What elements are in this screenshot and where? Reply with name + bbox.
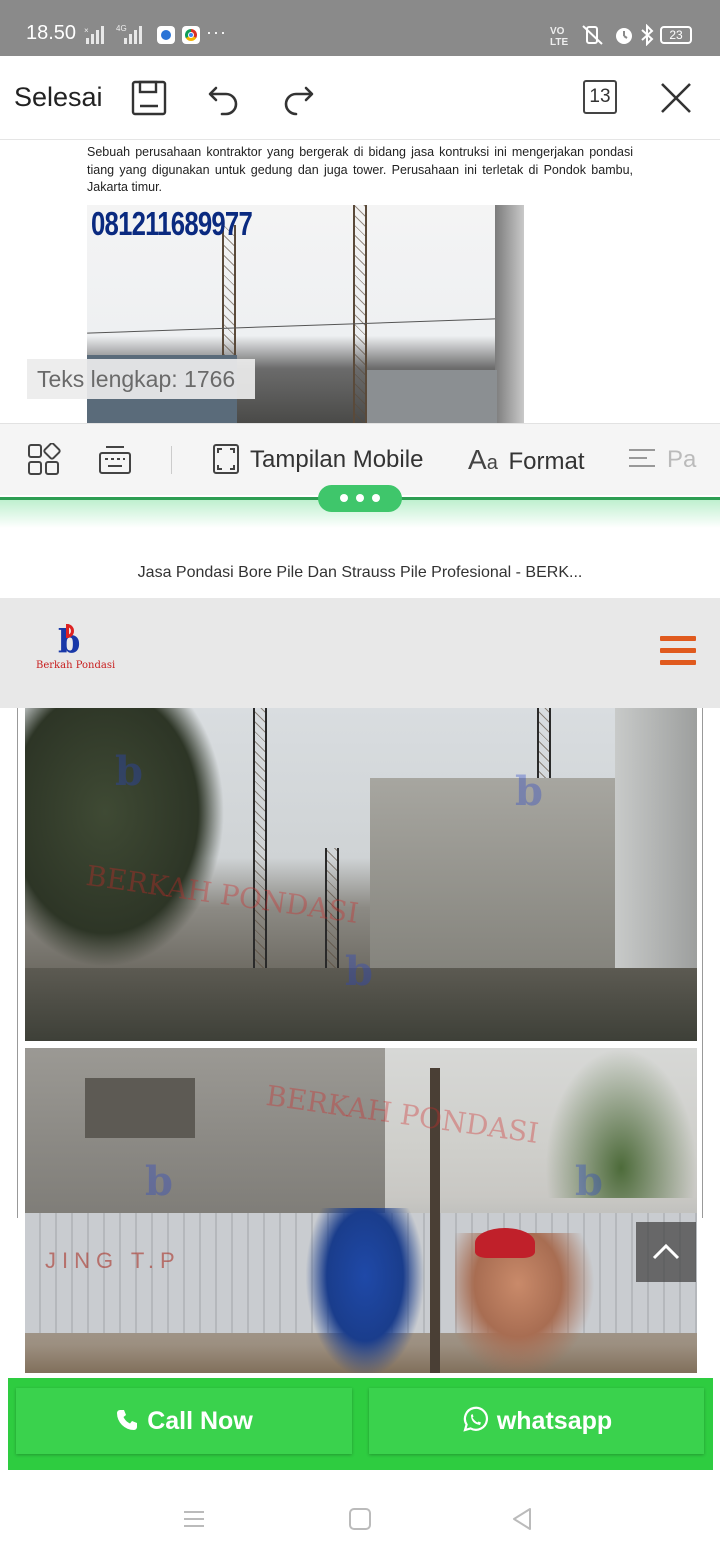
bluetooth-icon xyxy=(641,24,654,46)
done-button[interactable]: Selesai xyxy=(14,82,103,113)
volte-icon: VO LTE xyxy=(550,26,569,48)
palm-trees xyxy=(545,1048,697,1198)
signal-icon xyxy=(86,26,106,44)
call-now-label: Call Now xyxy=(147,1407,253,1435)
cta-bar: Call Now whatsapp xyxy=(8,1378,713,1470)
keyboard-icon[interactable] xyxy=(98,444,132,476)
web-page-title: Jasa Pondasi Bore Pile Dan Strauss Pile … xyxy=(137,564,583,581)
close-icon[interactable] xyxy=(654,76,698,120)
editor-toolbar: Selesai 13 xyxy=(0,56,720,140)
recent-apps-icon[interactable] xyxy=(182,1508,206,1530)
layout-icon[interactable] xyxy=(27,443,61,477)
vibrate-mute-icon xyxy=(582,25,603,45)
tree xyxy=(25,708,225,968)
format-label: Format xyxy=(508,448,585,475)
building-edge xyxy=(495,205,524,423)
text-format-icon: Aa xyxy=(468,444,498,475)
rooftops-2 xyxy=(367,370,497,423)
system-nav-bar xyxy=(0,1476,720,1560)
mobile-view-icon xyxy=(213,443,239,474)
watermark-logo-2: b xyxy=(515,768,543,815)
document-paragraph[interactable]: Sebuah perusahaan kontraktor yang berger… xyxy=(87,144,633,197)
call-now-button[interactable]: Call Now xyxy=(16,1388,352,1454)
balcony xyxy=(85,1078,195,1138)
content-area[interactable]: b b b BERKAH PONDASI JING T.P b b BERKAH… xyxy=(0,708,720,1373)
power-line xyxy=(87,317,524,334)
undo-icon[interactable] xyxy=(202,76,246,120)
chrome-notification-icon xyxy=(182,26,200,44)
page-count-badge[interactable]: 13 xyxy=(583,80,617,114)
red-headscarf xyxy=(475,1228,535,1258)
status-time: 18.50 xyxy=(26,22,77,44)
fence-sign: JING T.P xyxy=(45,1248,181,1273)
paragraph-icon xyxy=(629,448,655,467)
site-header: b Berkah Pondasi xyxy=(0,598,720,708)
status-bar: 18.50 × 4G ··· VO LTE 23 xyxy=(0,0,720,56)
worker-blue xyxy=(305,1208,425,1373)
watermark-logo-4: b xyxy=(145,1158,173,1205)
home-icon[interactable] xyxy=(348,1507,372,1531)
app-notification-icon xyxy=(157,26,175,44)
paragraph-label: Pa xyxy=(667,446,697,473)
chevron-up-icon xyxy=(652,1243,680,1260)
signal-icon-2 xyxy=(124,26,144,44)
crane-tower-2 xyxy=(353,205,367,423)
phone-number-overlay: 081211689977 xyxy=(91,205,253,242)
more-notifications-icon: ··· xyxy=(206,22,227,42)
format-button[interactable]: Aa Format xyxy=(468,442,585,478)
char-count-label: Teks lengkap: 1766 xyxy=(27,359,255,399)
menu-icon[interactable] xyxy=(660,636,696,666)
alarm-icon xyxy=(616,28,632,44)
back-icon[interactable] xyxy=(510,1507,534,1531)
construction-photo-2[interactable]: JING T.P b b BERKAH PONDASI xyxy=(25,1048,697,1373)
construction-photo-1[interactable]: b b b BERKAH PONDASI xyxy=(25,708,697,1041)
site-logo[interactable]: b Berkah Pondasi xyxy=(36,622,115,684)
phone-icon xyxy=(117,1410,138,1431)
redo-icon[interactable] xyxy=(276,76,320,120)
save-icon[interactable] xyxy=(127,76,171,120)
whatsapp-label: whatsapp xyxy=(496,1407,613,1435)
mobile-view-label: Tampilan Mobile xyxy=(250,446,424,473)
whatsapp-icon xyxy=(463,1407,488,1432)
watermark-logo-3: b xyxy=(345,948,373,995)
battery-indicator: 23 xyxy=(660,26,692,44)
split-drag-handle[interactable] xyxy=(318,485,402,512)
document-area[interactable]: Sebuah perusahaan kontraktor yang berger… xyxy=(0,140,720,423)
logo-text: Berkah Pondasi xyxy=(36,660,116,671)
whatsapp-button[interactable]: whatsapp xyxy=(369,1388,704,1454)
mobile-view-button[interactable]: Tampilan Mobile xyxy=(212,442,423,478)
watermark-logo-5: b xyxy=(575,1158,603,1205)
watermark-logo: b xyxy=(115,748,143,795)
paragraph-button[interactable]: Pa xyxy=(627,442,697,478)
scroll-to-top-button[interactable] xyxy=(636,1222,696,1282)
toolbar-divider xyxy=(171,446,172,474)
building-villa xyxy=(25,1048,385,1228)
